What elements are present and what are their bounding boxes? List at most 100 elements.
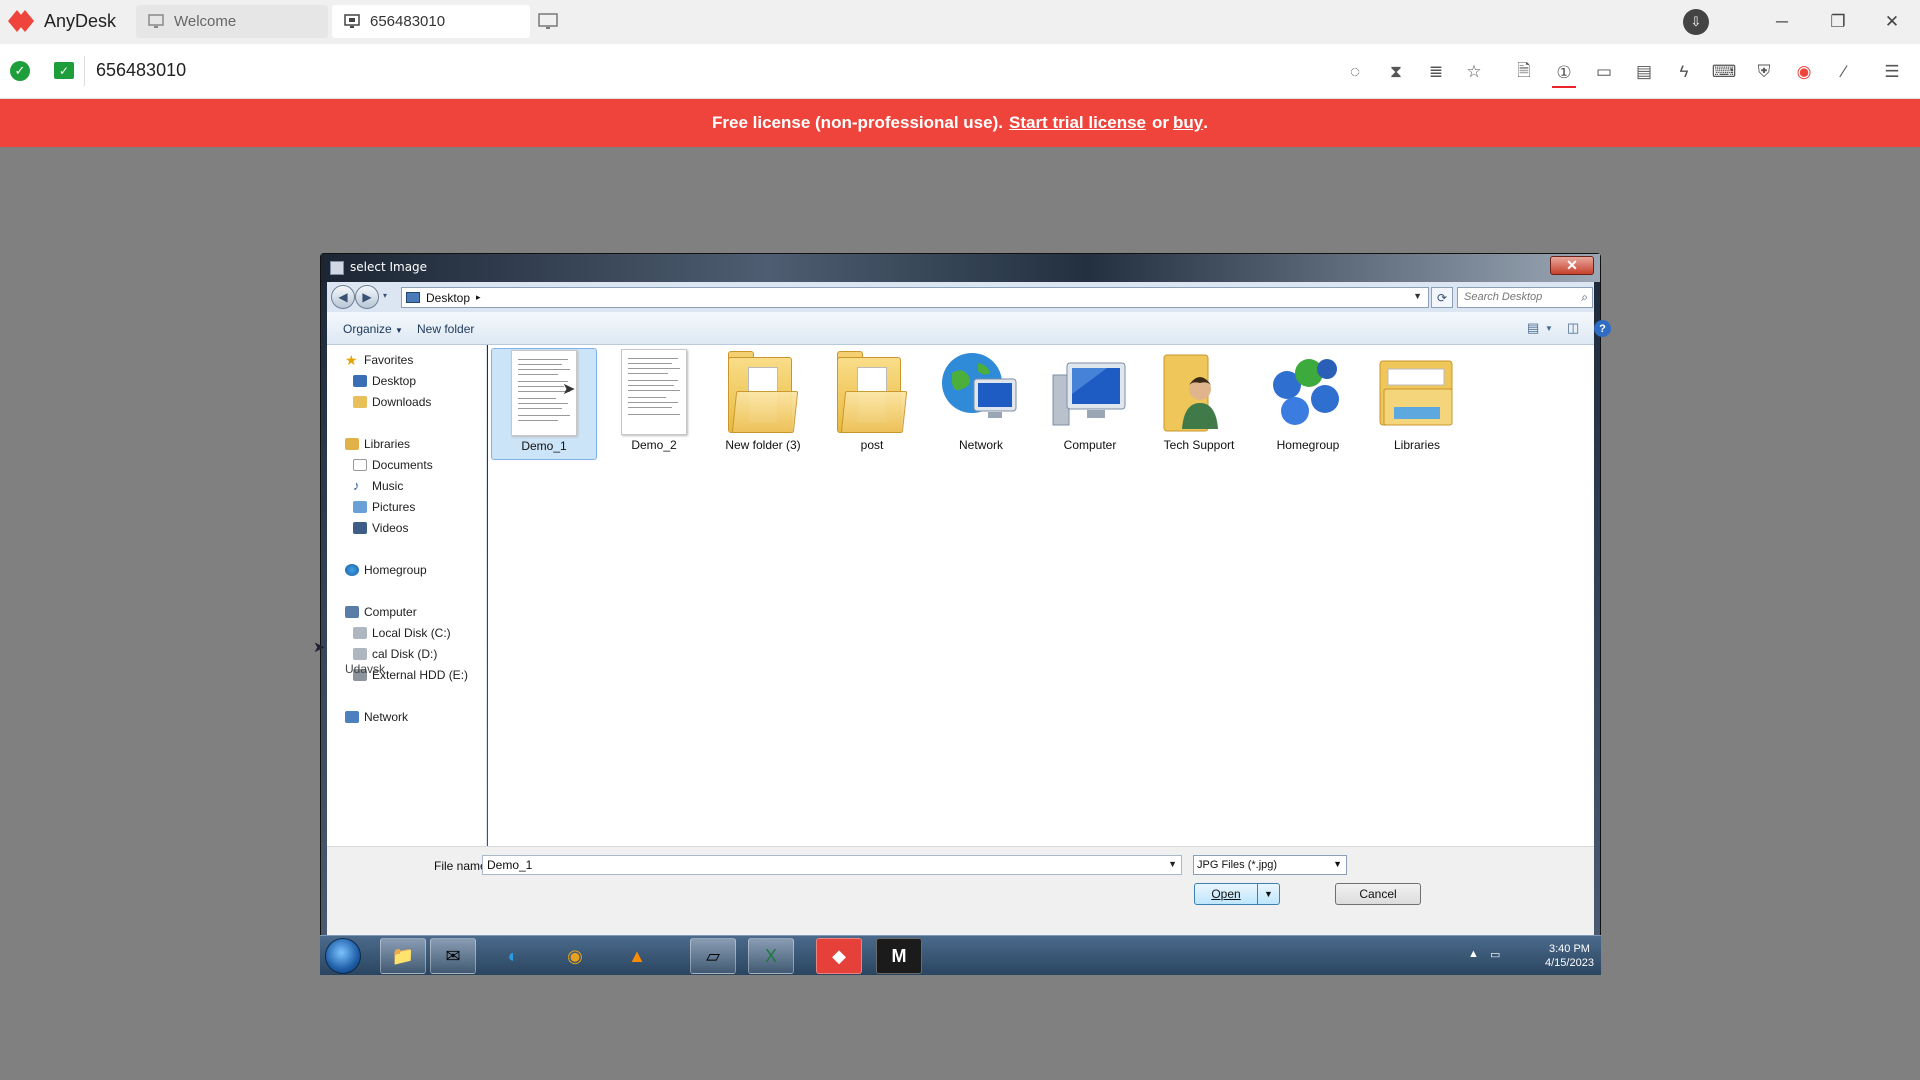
file-item-demo-2[interactable]: Demo_2 <box>601 348 707 460</box>
file-type-dropdown-icon[interactable]: ▼ <box>1333 859 1342 869</box>
cancel-button[interactable]: Cancel <box>1335 883 1421 905</box>
preview-pane-icon[interactable]: ◫ <box>1567 320 1579 336</box>
image-thumbnail-icon <box>611 348 697 436</box>
anydesk-icon[interactable]: ◆ <box>816 938 862 974</box>
breadcrumb[interactable]: Desktop ▸ ▼ <box>401 287 1429 308</box>
file-list[interactable]: Demo_1 Demo_2 New folder (3) post Networ… <box>488 345 1594 846</box>
explorer-icon[interactable]: 📁 <box>380 938 426 974</box>
nav-favorites[interactable]: ★ Favorites <box>345 353 413 367</box>
menu-icon[interactable]: ☰ <box>1880 60 1904 84</box>
nav-pictures[interactable]: Pictures <box>353 500 415 514</box>
edge-icon[interactable]: ◐ <box>490 938 536 974</box>
record-icon[interactable]: ◉ <box>1792 60 1816 84</box>
organize-button[interactable]: Organize ▼ <box>343 322 403 336</box>
search-input[interactable]: Search Desktop ⌕ <box>1457 287 1593 308</box>
database-icon[interactable]: ≣ <box>1424 60 1448 84</box>
nav-videos[interactable]: Videos <box>353 521 408 535</box>
dialog-close-button[interactable]: ✕ <box>1550 256 1594 275</box>
file-transfer-icon[interactable]: 🗎 <box>1512 60 1536 84</box>
help-icon[interactable]: ? <box>1594 320 1611 337</box>
excel-icon[interactable]: X <box>748 938 794 974</box>
open-dropdown-icon[interactable]: ▼ <box>1257 884 1279 904</box>
remote-screen[interactable]: select Image ✕ ◀ ▶ ▾ Desktop ▸ ▼ ⟳ Searc… <box>313 253 1611 975</box>
breadcrumb-desktop[interactable]: Desktop <box>426 291 470 305</box>
permissions-icon[interactable]: ⛨ <box>1752 60 1776 84</box>
new-tab-icon[interactable] <box>538 13 560 31</box>
search-icon[interactable]: ⌕ <box>1581 290 1588 305</box>
nav-network[interactable]: Network <box>345 710 408 724</box>
organize-label: Organize <box>343 322 392 336</box>
privacy-icon[interactable]: ◌ <box>1343 60 1367 84</box>
restore-icon[interactable]: ❐ <box>1826 10 1850 34</box>
buy-link[interactable]: buy <box>1173 113 1203 133</box>
nav-music[interactable]: ♪ Music <box>353 479 403 493</box>
metro-icon[interactable]: M <box>876 938 922 974</box>
banner-or: or <box>1152 113 1169 132</box>
change-view-icon[interactable]: ▤ <box>1527 320 1539 336</box>
back-icon[interactable]: ◀ <box>331 285 355 309</box>
file-type-select[interactable]: JPG Files (*.jpg) ▼ <box>1193 855 1347 875</box>
tray-expand-icon[interactable]: ▲ <box>1468 948 1479 960</box>
open-button[interactable]: Open ▼ <box>1194 883 1280 905</box>
nav-label: Documents <box>372 458 433 472</box>
remote-address[interactable]: 656483010 <box>96 60 186 81</box>
recent-pages-icon[interactable]: ▾ <box>383 291 387 300</box>
address-dropdown-icon[interactable]: ▼ <box>1413 291 1422 301</box>
display-icon[interactable]: ▭ <box>1592 60 1616 84</box>
start-trial-link[interactable]: Start trial license <box>1009 113 1146 133</box>
file-item-libraries[interactable]: Libraries <box>1364 348 1470 460</box>
file-name-field[interactable]: Demo_1 ▼ <box>482 855 1182 875</box>
file-item-network[interactable]: Network <box>928 348 1034 460</box>
forward-icon[interactable]: ▶ <box>355 285 379 309</box>
file-item-tech-support[interactable]: Tech Support <box>1146 348 1252 460</box>
file-name-dropdown-icon[interactable]: ▼ <box>1168 859 1177 869</box>
file-item-demo-1[interactable]: Demo_1 <box>491 348 597 460</box>
file-item-post[interactable]: post <box>819 348 925 460</box>
nav-local-disk-d[interactable]: cal Disk (D:) <box>353 647 437 661</box>
vlc-icon[interactable]: ▲ <box>614 938 660 974</box>
chrome-icon[interactable]: ◉ <box>552 938 598 974</box>
minimize-icon[interactable]: ─ <box>1770 10 1794 34</box>
monitor-1-icon[interactable]: ① <box>1552 60 1576 88</box>
tab-session[interactable]: 656483010 <box>332 5 530 38</box>
file-name: post <box>860 438 884 452</box>
nav-local-disk-c[interactable]: Local Disk (C:) <box>353 626 451 640</box>
file-item-computer[interactable]: Computer <box>1037 348 1143 460</box>
star-icon[interactable]: ☆ <box>1462 60 1486 84</box>
start-button-icon[interactable] <box>325 938 361 974</box>
nav-label: Videos <box>372 521 409 535</box>
file-item-new-folder-3[interactable]: New folder (3) <box>710 348 816 460</box>
nav-desktop[interactable]: Desktop <box>353 374 416 388</box>
keyboard-icon[interactable]: ⌨ <box>1712 60 1737 84</box>
nav-downloads[interactable]: Downloads <box>353 395 431 409</box>
tab-welcome[interactable]: Welcome <box>136 5 328 38</box>
nav-homegroup[interactable]: Homegroup <box>345 563 427 577</box>
tray-clock[interactable]: 3:40 PM 4/15/2023 <box>1545 942 1594 970</box>
nav-documents[interactable]: Documents <box>353 458 433 472</box>
lightning-icon[interactable]: ϟ <box>1672 60 1696 84</box>
file-item-homegroup[interactable]: Homegroup <box>1255 348 1361 460</box>
close-icon[interactable]: ✕ <box>1880 10 1904 34</box>
divider <box>84 56 85 86</box>
nav-computer[interactable]: Computer <box>345 605 417 619</box>
mail-icon[interactable]: ✉ <box>430 938 476 974</box>
download-icon[interactable]: ⇩ <box>1683 9 1709 35</box>
view-dropdown-icon[interactable]: ▼ <box>1545 324 1553 333</box>
notes-icon[interactable]: ▱ <box>690 938 736 974</box>
refresh-icon[interactable]: ⟳ <box>1431 287 1453 308</box>
dialog-titlebar[interactable]: select Image ✕ <box>321 254 1600 282</box>
nav-label: cal Disk (D:) <box>372 647 438 661</box>
hourglass-icon[interactable]: ⧗ <box>1384 60 1408 84</box>
chat-icon[interactable]: ▤ <box>1632 60 1656 84</box>
open-label: Open <box>1211 887 1241 901</box>
homegroup-icon <box>1265 348 1351 436</box>
nav-label: Music <box>372 479 404 493</box>
nav-libraries[interactable]: Libraries <box>345 437 410 451</box>
pen-icon[interactable]: ⁄ <box>1832 60 1856 84</box>
nav-label: Pictures <box>372 500 416 514</box>
new-folder-button[interactable]: New folder <box>417 322 474 336</box>
breadcrumb-arrow-icon[interactable]: ▸ <box>476 292 481 303</box>
tray-network-icon[interactable]: ▭ <box>1490 948 1500 961</box>
organize-dropdown-icon: ▼ <box>395 326 403 335</box>
nav-label: Homegroup <box>364 563 427 577</box>
